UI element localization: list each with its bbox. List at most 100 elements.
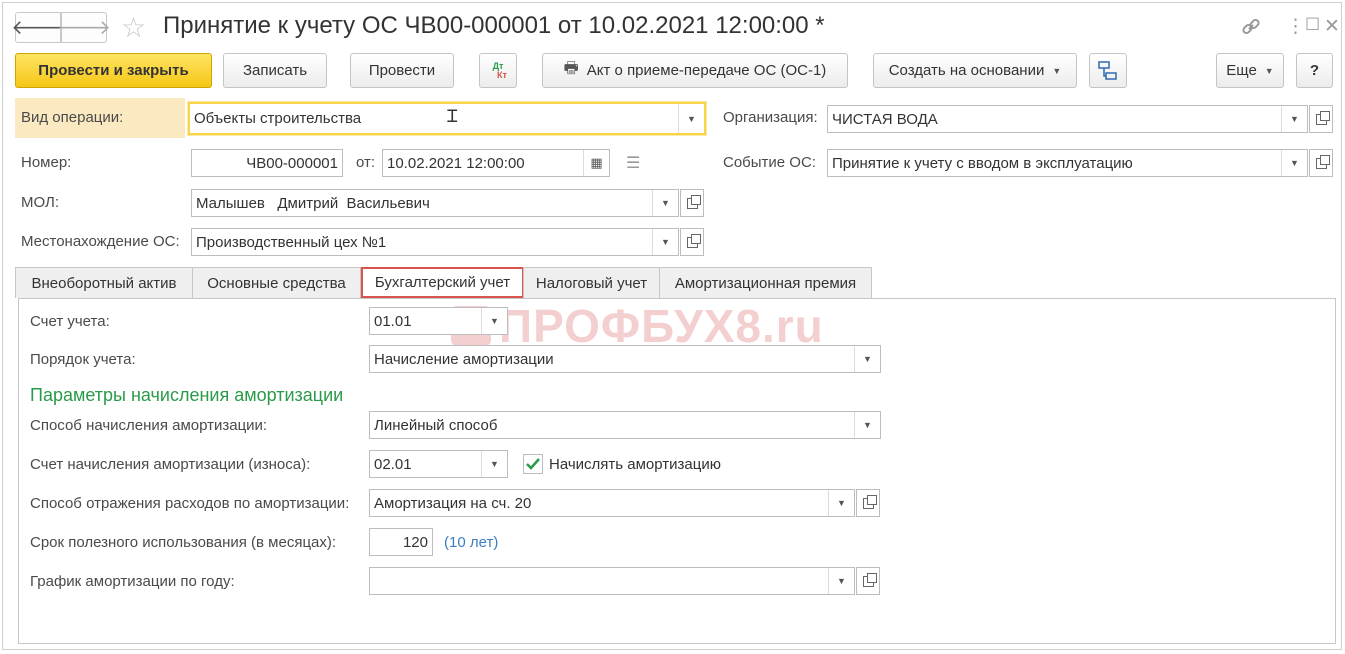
- open-expense-button[interactable]: [856, 489, 880, 517]
- open-organization-button[interactable]: [1309, 105, 1333, 133]
- tab-fixed-assets[interactable]: Основные средства: [192, 267, 361, 298]
- event-value: Принятие к учету с вводом в эксплуатацию: [832, 154, 1133, 172]
- act-os1-button[interactable]: 🖶 Акт о приеме-передаче ОС (ОС-1): [542, 53, 848, 88]
- save-button[interactable]: Записать: [223, 53, 327, 88]
- kt-icon-text: Кт: [497, 69, 507, 80]
- more-label: Еще: [1226, 62, 1257, 79]
- expense-field[interactable]: Амортизация на сч. 20 ▼: [369, 489, 855, 517]
- tab-label: Внеоборотный актив: [31, 274, 177, 292]
- help-button[interactable]: ?: [1296, 53, 1333, 88]
- method-value: Линейный способ: [374, 416, 498, 434]
- help-label: ?: [1309, 62, 1320, 79]
- more-button[interactable]: Еще ▼: [1216, 53, 1284, 88]
- comment-icon[interactable]: ☰: [626, 153, 640, 173]
- dropdown-arrow-icon[interactable]: ▼: [652, 229, 678, 255]
- section-title-depreciation: Параметры начисления амортизации: [30, 385, 344, 405]
- tab-tax-accounting[interactable]: Налоговый учет: [523, 267, 660, 298]
- account-label: Счет учета:: [30, 313, 110, 330]
- date-value: 10.02.2021 12:00:00: [387, 154, 525, 172]
- expense-value: Амортизация на сч. 20: [374, 494, 532, 512]
- dropdown-arrow-icon[interactable]: ▼: [481, 451, 507, 477]
- favorite-star-icon[interactable]: ☆: [121, 11, 146, 44]
- mol-label: МОЛ:: [21, 194, 60, 211]
- dropdown-arrow-icon[interactable]: ▼: [828, 568, 854, 594]
- life-hint: (10 лет): [444, 534, 499, 551]
- structure-icon: [1098, 60, 1117, 80]
- depr-account-field[interactable]: 02.01 ▼: [369, 450, 508, 478]
- save-label: Записать: [242, 62, 308, 79]
- tab-depreciation-bonus[interactable]: Амортизационная премия: [659, 267, 872, 298]
- number-field[interactable]: ЧВ00-000001: [191, 149, 343, 177]
- window-title: Принятие к учету ОС ЧВ00-000001 от 10.02…: [163, 12, 825, 39]
- event-field[interactable]: Принятие к учету с вводом в эксплуатацию…: [827, 149, 1308, 177]
- order-value: Начисление амортизации: [374, 350, 554, 368]
- expense-label: Способ отражения расходов по амортизации…: [30, 495, 350, 512]
- number-value: ЧВ00-000001: [246, 154, 338, 172]
- create-based-button[interactable]: Создать на основании ▼: [873, 53, 1077, 88]
- tab-accounting[interactable]: Бухгалтерский учет: [361, 267, 524, 298]
- date-label: от:: [356, 154, 376, 171]
- dropdown-arrow-icon: ▼: [1264, 65, 1274, 76]
- location-field[interactable]: Производственный цех №1 ▼: [191, 228, 679, 256]
- accrue-checkbox-label[interactable]: Начислять амортизацию: [549, 456, 721, 473]
- maximize-icon[interactable]: ☐: [1305, 15, 1320, 35]
- post-and-close-button[interactable]: Провести и закрыть: [15, 53, 212, 88]
- open-event-button[interactable]: [1309, 149, 1333, 177]
- checkmark-icon: [526, 458, 540, 470]
- open-icon: [686, 233, 701, 248]
- post-and-close-label: Провести и закрыть: [38, 62, 189, 79]
- link-icon[interactable]: [1240, 16, 1262, 38]
- open-location-button[interactable]: [680, 228, 704, 256]
- life-label: Срок полезного использования (в месяцах)…: [30, 534, 337, 551]
- open-icon: [862, 572, 877, 587]
- dropdown-arrow-icon[interactable]: ▼: [1281, 150, 1307, 176]
- organization-label: Организация:: [723, 109, 818, 126]
- number-label: Номер:: [21, 154, 72, 171]
- depr-account-label: Счет начисления амортизации (износа):: [30, 456, 311, 473]
- back-button[interactable]: 🡐: [11, 12, 65, 43]
- more-vert-icon[interactable]: ⋮: [1286, 15, 1305, 38]
- mol-value: Малышев Дмитрий Васильевич: [196, 194, 430, 212]
- post-label: Провести: [368, 62, 436, 79]
- organization-value: ЧИСТАЯ ВОДА: [832, 110, 938, 128]
- location-value: Производственный цех №1: [196, 233, 387, 251]
- dropdown-arrow-icon[interactable]: ▼: [481, 308, 507, 334]
- tab-label: Бухгалтерский учет: [374, 274, 511, 291]
- order-field[interactable]: Начисление амортизации ▼: [369, 345, 881, 373]
- account-value: 01.01: [374, 312, 412, 330]
- mol-field[interactable]: Малышев Дмитрий Васильевич ▼: [191, 189, 679, 217]
- calendar-icon[interactable]: ▦: [583, 150, 609, 176]
- open-schedule-button[interactable]: [856, 567, 880, 595]
- dropdown-arrow-icon[interactable]: ▼: [678, 104, 704, 133]
- tab-noncurrent-asset[interactable]: Внеоборотный актив: [15, 267, 193, 298]
- dropdown-arrow-icon[interactable]: ▼: [652, 190, 678, 216]
- schedule-field[interactable]: ▼: [369, 567, 855, 595]
- account-field[interactable]: 01.01 ▼: [369, 307, 508, 335]
- dropdown-arrow-icon[interactable]: ▼: [1281, 106, 1307, 132]
- accrue-checkbox[interactable]: [523, 454, 543, 474]
- event-label: Событие ОС:: [723, 154, 816, 171]
- tab-label: Основные средства: [207, 274, 346, 292]
- dropdown-arrow-icon[interactable]: ▼: [828, 490, 854, 516]
- dropdown-arrow-icon[interactable]: ▼: [854, 346, 880, 372]
- method-field[interactable]: Линейный способ ▼: [369, 411, 881, 439]
- document-window: 🡐 🡒 ☆ Принятие к учету ОС ЧВ00-000001 от…: [2, 2, 1342, 650]
- life-field[interactable]: 120: [369, 528, 433, 556]
- open-mol-button[interactable]: [680, 189, 704, 217]
- post-button[interactable]: Провести: [350, 53, 454, 88]
- dtkt-button[interactable]: Дт Кт: [479, 53, 517, 88]
- dropdown-arrow-icon[interactable]: ▼: [854, 412, 880, 438]
- tab-label: Налоговый учет: [535, 274, 648, 292]
- open-icon: [686, 194, 701, 209]
- forward-button[interactable]: 🡒: [57, 12, 111, 43]
- organization-field[interactable]: ЧИСТАЯ ВОДА ▼: [827, 105, 1308, 133]
- act-os1-label: Акт о приеме-передаче ОС (ОС-1): [586, 62, 827, 79]
- schedule-label: График амортизации по году:: [30, 573, 235, 590]
- close-icon[interactable]: ✕: [1324, 15, 1340, 38]
- depr-account-value: 02.01: [374, 455, 412, 473]
- structure-button[interactable]: [1089, 53, 1127, 88]
- date-field[interactable]: 10.02.2021 12:00:00 ▦: [382, 149, 610, 177]
- location-label: Местонахождение ОС:: [21, 233, 180, 250]
- dropdown-arrow-icon: ▼: [1052, 65, 1062, 76]
- text-cursor-icon: Ꮖ: [447, 107, 459, 126]
